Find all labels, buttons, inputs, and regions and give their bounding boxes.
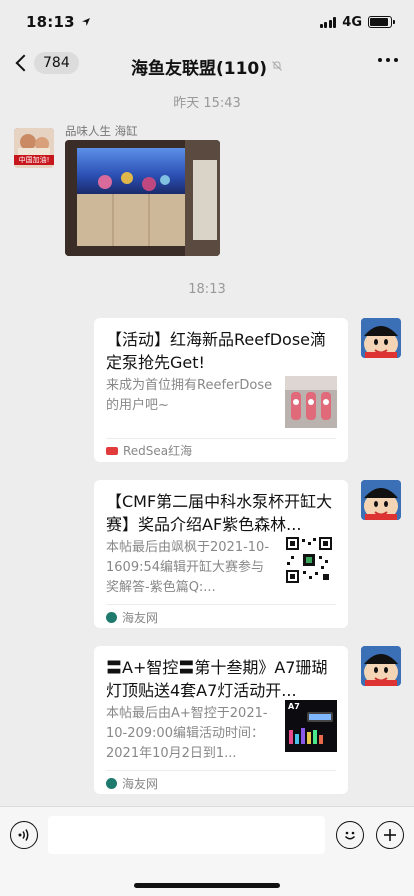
- source-label: 海友网: [122, 777, 159, 791]
- card-source: 海友网: [106, 775, 158, 792]
- network-label: 4G: [342, 14, 362, 30]
- more-icon[interactable]: [378, 58, 398, 62]
- voice-button[interactable]: [10, 821, 38, 849]
- chevron-left-icon: [15, 54, 33, 72]
- signal-icon: [319, 16, 337, 28]
- card-title: 【CMF第二届中科水泵杯开缸大赛】奖品介绍AF紫色森林...: [106, 492, 333, 534]
- timestamp: 18:13: [188, 282, 226, 297]
- avatar-image: [361, 318, 401, 358]
- location-arrow-icon: [81, 18, 90, 26]
- card-title: 【活动】红海新品ReefDose滴定泵抢先Get!: [106, 330, 327, 372]
- message-input[interactable]: [48, 816, 325, 854]
- source-label: 海友网: [122, 611, 159, 625]
- battery-icon: [368, 16, 395, 28]
- qr-code-thumbnail: [285, 536, 333, 584]
- status-bar: 18:13 4G: [0, 0, 414, 44]
- timestamp: 昨天 15:43: [173, 96, 241, 111]
- photo-message[interactable]: [65, 140, 220, 256]
- link-card[interactable]: 〓A+智控〓第十叁期》A7珊瑚灯顶贴送4套A7灯活动开... 本帖最后由A+智控…: [94, 646, 348, 794]
- emoji-button[interactable]: [336, 821, 364, 849]
- link-card[interactable]: 【CMF第二届中科水泵杯开缸大赛】奖品介绍AF紫色森林... 本帖最后由飒枫于2…: [94, 480, 348, 628]
- haiyou-logo-icon: [106, 778, 117, 789]
- avatar[interactable]: [361, 318, 401, 358]
- aquarium-photo: [65, 140, 220, 256]
- link-card[interactable]: 【活动】红海新品ReefDose滴定泵抢先Get! 来成为首位拥有ReeferD…: [94, 318, 348, 462]
- back-button[interactable]: 784: [12, 52, 79, 74]
- chat-title: 海鱼友联盟(110): [130, 58, 268, 79]
- avatar-flag-text: 中国加油!: [14, 155, 54, 165]
- card-source: 海友网: [106, 609, 158, 626]
- nav-bar: 784 海鱼友联盟(110): [0, 44, 414, 88]
- card-description: 本帖最后由飒枫于2021-10-1609:54编辑开缸大赛参与奖解答-紫色篇Q:…: [106, 540, 270, 595]
- status-time: 18:13: [26, 13, 75, 31]
- redsea-logo-icon: [106, 446, 118, 455]
- avatar-image: [361, 480, 401, 520]
- plus-button[interactable]: [376, 821, 404, 849]
- card-thumbnail: A7: [285, 700, 337, 752]
- voice-icon: [18, 829, 29, 841]
- input-bar: [0, 806, 414, 896]
- sender-name: 品味人生 海缸: [65, 124, 138, 138]
- avatar[interactable]: [361, 646, 401, 686]
- card-description: 来成为首位拥有ReeferDose的用户吧~: [106, 378, 273, 413]
- card-source: RedSea红海: [106, 442, 192, 459]
- haiyou-logo-icon: [106, 612, 117, 623]
- plus-icon: [384, 829, 396, 841]
- home-indicator: [134, 883, 280, 888]
- avatar-image: [361, 646, 401, 686]
- source-label: RedSea红海: [123, 444, 193, 458]
- emoji-icon: [344, 831, 356, 840]
- avatar[interactable]: [361, 480, 401, 520]
- card-title: 〓A+智控〓第十叁期》A7珊瑚灯顶贴送4套A7灯活动开...: [106, 658, 328, 700]
- bell-off-icon: [272, 61, 282, 71]
- unread-count-badge: 784: [34, 52, 79, 74]
- avatar[interactable]: 中国加油!: [14, 128, 54, 168]
- card-thumbnail: [285, 376, 337, 428]
- card-description: 本帖最后由A+智控于2021-10-209:00编辑活动时间：2021年10月2…: [106, 706, 268, 761]
- thumb-label: A7: [288, 702, 300, 711]
